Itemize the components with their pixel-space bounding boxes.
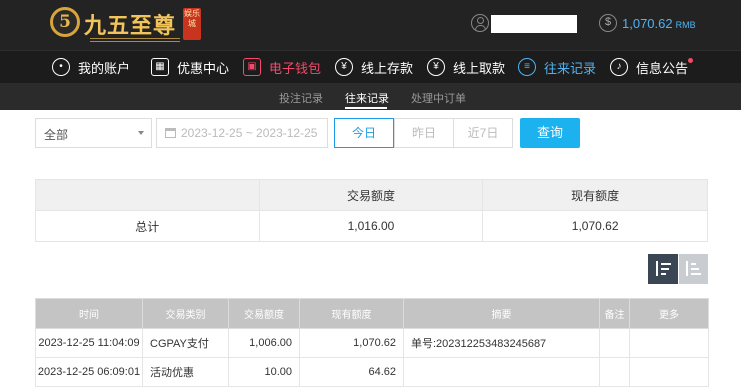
records-header-row: 时间 交易类别 交易额度 现有额度 摘要 备注 更多 bbox=[35, 298, 709, 329]
nav-online-deposit[interactable]: ¥ 线上存款 bbox=[335, 57, 413, 77]
cell-remark bbox=[599, 328, 630, 358]
nav-promotions[interactable]: ▦ 优惠中心 bbox=[151, 57, 229, 77]
brand-logo[interactable]: 5 九五至尊 娱乐城 bbox=[50, 6, 210, 42]
tab-bet-records[interactable]: 投注记录 bbox=[279, 90, 323, 106]
col-more: 更多 bbox=[629, 298, 709, 329]
brand-tag: 娱乐城 bbox=[183, 8, 201, 40]
sort-desc-icon bbox=[656, 261, 658, 276]
cell-type: CGPAY支付 bbox=[142, 328, 229, 358]
date-range-picker[interactable]: 2023-12-25 ~ 2023-12-25 bbox=[156, 118, 328, 148]
balance-amount: 1,070.62 bbox=[622, 16, 673, 31]
cell-time: 2023-12-25 06:09:01 bbox=[35, 357, 143, 387]
records-icon: ≡ bbox=[518, 58, 536, 76]
cell-type: 活动优惠 bbox=[142, 357, 229, 387]
table-row: 2023-12-25 06:09:01 活动优惠 10.00 64.62 bbox=[35, 357, 709, 387]
brand-name: 九五至尊 bbox=[84, 13, 177, 39]
sort-line bbox=[691, 273, 701, 275]
col-balance: 现有额度 bbox=[299, 298, 404, 329]
nav-label: 信息公告 bbox=[636, 60, 689, 76]
last-7-days-button[interactable]: 近7日 bbox=[453, 118, 513, 148]
table-row: 2023-12-25 11:04:09 CGPAY支付 1,006.00 1,0… bbox=[35, 328, 709, 358]
sort-descending-button[interactable] bbox=[648, 254, 678, 284]
cell-more[interactable] bbox=[629, 328, 709, 358]
summary-header-blank bbox=[35, 179, 260, 211]
col-amount: 交易额度 bbox=[228, 298, 300, 329]
transaction-type-select[interactable]: 全部 bbox=[35, 118, 152, 148]
active-tab-indicator bbox=[345, 107, 387, 109]
tab-pending-orders[interactable]: 处理中订单 bbox=[411, 90, 466, 106]
summary-header-amount: 交易额度 bbox=[258, 179, 484, 211]
col-type: 交易类别 bbox=[142, 298, 229, 329]
summary-header-current: 现有额度 bbox=[482, 179, 708, 211]
username-field bbox=[491, 15, 577, 33]
cell-remark bbox=[599, 357, 630, 387]
main-nav: • 我的账户 ▦ 优惠中心 ▣ 电子钱包 ¥ 线上存款 ¥ 线上取款 ≡ 往来记… bbox=[0, 50, 741, 83]
col-time: 时间 bbox=[35, 298, 143, 329]
summary-total-amount: 1,016.00 bbox=[258, 210, 484, 242]
cell-time: 2023-12-25 11:04:09 bbox=[35, 328, 143, 358]
nav-label: 我的账户 bbox=[78, 60, 131, 76]
cell-amount: 1,006.00 bbox=[228, 328, 300, 358]
top-bar: 5 九五至尊 娱乐城 $ 1,070.62 RMB bbox=[0, 0, 741, 50]
nav-e-wallet[interactable]: ▣ 电子钱包 bbox=[243, 57, 321, 77]
nav-transaction-records[interactable]: ≡ 往来记录 bbox=[518, 57, 596, 77]
today-button[interactable]: 今日 bbox=[334, 118, 394, 148]
person-icon: • bbox=[52, 58, 70, 76]
sort-asc-icon bbox=[686, 261, 688, 276]
sub-nav: 投注记录 往来记录 处理中订单 bbox=[0, 83, 741, 110]
tab-transaction-records[interactable]: 往来记录 bbox=[345, 90, 389, 106]
logo-flourish bbox=[90, 38, 180, 42]
logo-badge: 5 bbox=[50, 7, 80, 37]
bell-icon: ♪ bbox=[610, 58, 628, 76]
nav-label: 往来记录 bbox=[544, 60, 597, 76]
gift-icon: ▦ bbox=[151, 58, 169, 76]
col-remark: 备注 bbox=[599, 298, 630, 329]
cell-amount: 10.00 bbox=[228, 357, 300, 387]
sort-line bbox=[661, 273, 666, 275]
date-range-value: 2023-12-25 ~ 2023-12-25 bbox=[181, 126, 318, 140]
sort-line bbox=[661, 263, 671, 265]
nav-label: 线上取款 bbox=[453, 60, 506, 76]
coin-icon: $ bbox=[599, 14, 617, 32]
sort-line bbox=[691, 268, 699, 270]
col-summary: 摘要 bbox=[403, 298, 600, 329]
deposit-icon: ¥ bbox=[335, 58, 353, 76]
nav-label: 线上存款 bbox=[361, 60, 414, 76]
calendar-icon bbox=[165, 128, 176, 138]
summary-table: 交易额度 现有额度 总计 1,016.00 1,070.62 bbox=[35, 179, 708, 242]
sort-line bbox=[691, 263, 696, 265]
cell-balance: 64.62 bbox=[299, 357, 404, 387]
notification-dot bbox=[688, 58, 693, 63]
nav-online-withdraw[interactable]: ¥ 线上取款 bbox=[427, 57, 505, 77]
user-icon bbox=[471, 14, 489, 32]
summary-header-row: 交易额度 现有额度 bbox=[35, 179, 708, 211]
select-value: 全部 bbox=[44, 128, 69, 142]
withdraw-icon: ¥ bbox=[427, 58, 445, 76]
nav-label: 优惠中心 bbox=[177, 60, 230, 76]
yesterday-button[interactable]: 昨日 bbox=[394, 118, 454, 148]
summary-total-label: 总计 bbox=[35, 210, 260, 242]
nav-label: 电子钱包 bbox=[269, 60, 322, 76]
records-table: 时间 交易类别 交易额度 现有额度 摘要 备注 更多 2023-12-25 11… bbox=[35, 298, 709, 387]
cell-summary bbox=[403, 357, 600, 387]
balance-display: 1,070.62 RMB bbox=[622, 16, 696, 31]
sort-line bbox=[661, 268, 669, 270]
balance-currency: RMB bbox=[675, 20, 696, 30]
summary-total-row: 总计 1,016.00 1,070.62 bbox=[35, 210, 708, 242]
cell-more[interactable] bbox=[629, 357, 709, 387]
search-button[interactable]: 查询 bbox=[520, 118, 580, 148]
sort-ascending-button[interactable] bbox=[679, 254, 708, 284]
cell-balance: 1,070.62 bbox=[299, 328, 404, 358]
cell-summary: 单号:202312253483245687 bbox=[403, 328, 600, 358]
summary-current-amount: 1,070.62 bbox=[482, 210, 708, 242]
wallet-icon: ▣ bbox=[243, 58, 261, 76]
nav-announcements[interactable]: ♪ 信息公告 bbox=[610, 57, 688, 77]
chevron-down-icon bbox=[138, 131, 144, 135]
nav-my-account[interactable]: • 我的账户 bbox=[52, 57, 130, 77]
